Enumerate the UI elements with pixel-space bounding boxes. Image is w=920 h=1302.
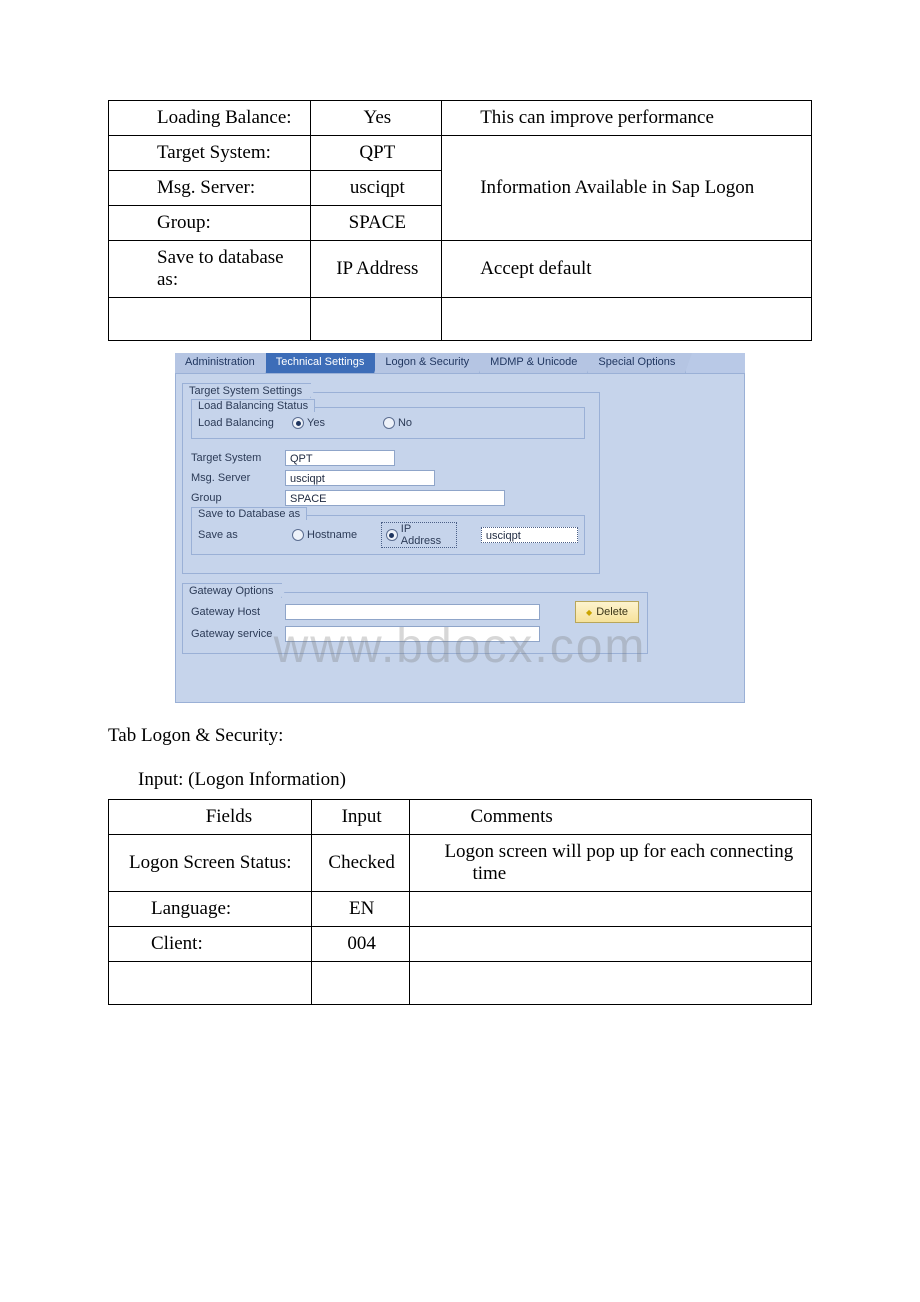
delete-button[interactable]: Delete	[575, 601, 639, 623]
group-title-target: Target System Settings	[182, 383, 311, 398]
radio-dot-icon	[383, 417, 395, 429]
radio-load-balancing-yes[interactable]: Yes	[292, 417, 325, 429]
t1-r2-input: usciqpt	[311, 171, 442, 206]
tab-administration[interactable]: Administration	[175, 353, 266, 373]
t2-r1-field: Language:	[109, 892, 312, 927]
radio-dot-icon	[292, 417, 304, 429]
input-ip-value[interactable]: usciqpt	[481, 527, 578, 543]
label-gateway-host: Gateway Host	[191, 606, 281, 618]
tab-technical-settings[interactable]: Technical Settings	[266, 353, 376, 373]
radio-ip-address[interactable]: IP Address	[381, 522, 457, 548]
subgroup-load-balancing-status: Load Balancing Status Load Balancing Yes…	[191, 407, 585, 439]
group-gateway-options: Gateway Options Gateway Host Delete Gate…	[182, 592, 648, 654]
t1-r1-field: Target System:	[109, 136, 311, 171]
radio-hostname-label: Hostname	[307, 529, 357, 541]
top-input-table: Loading Balance: Yes This can improve pe…	[108, 100, 812, 341]
t2-empty-comment	[410, 962, 812, 1005]
logon-security-table: Fields Input Comments Logon Screen Statu…	[108, 799, 812, 1005]
sap-body: Target System Settings Load Balancing St…	[175, 373, 745, 703]
t1-info-comment: Information Available in Sap Logon	[442, 136, 812, 241]
radio-no-label: No	[398, 417, 412, 429]
t2-r1-input: EN	[311, 892, 410, 927]
t1-r3-field: Group:	[109, 206, 311, 241]
input-msg-server[interactable]: usciqpt	[285, 470, 435, 486]
sap-panel: Administration Technical Settings Logon …	[175, 353, 745, 703]
label-save-as: Save as	[198, 529, 288, 541]
t1-r0-input: Yes	[311, 101, 442, 136]
subgroup-title-savedb: Save to Database as	[191, 507, 307, 520]
t2-r2-comment	[410, 927, 812, 962]
tab-special-options[interactable]: Special Options	[588, 353, 686, 373]
t1-r4-input: IP Address	[311, 241, 442, 298]
group-title-gateway: Gateway Options	[182, 583, 282, 598]
sap-tabstrip: Administration Technical Settings Logon …	[175, 353, 745, 373]
t1-r4-field: Save to database as:	[109, 241, 311, 298]
label-load-balancing: Load Balancing	[198, 417, 288, 429]
subgroup-save-to-database: Save to Database as Save as Hostname IP …	[191, 515, 585, 555]
radio-hostname[interactable]: Hostname	[292, 529, 357, 541]
label-group: Group	[191, 492, 281, 504]
label-gateway-service: Gateway service	[191, 628, 281, 640]
t2-r0-input: Checked	[311, 835, 410, 892]
radio-dot-icon	[292, 529, 304, 541]
label-target-system: Target System	[191, 452, 281, 464]
input-gateway-host[interactable]	[285, 604, 540, 620]
para-input-logon-info: Input: (Logon Information)	[108, 769, 812, 791]
delete-button-label: Delete	[596, 606, 628, 618]
input-group[interactable]: SPACE	[285, 490, 505, 506]
t1-empty-input	[311, 298, 442, 341]
t1-r4-comment: Accept default	[442, 241, 812, 298]
group-target-system-settings: Target System Settings Load Balancing St…	[182, 392, 600, 574]
radio-yes-label: Yes	[307, 417, 325, 429]
t2-head-field: Fields	[109, 800, 312, 835]
t2-r1-comment	[410, 892, 812, 927]
t2-r2-input: 004	[311, 927, 410, 962]
t1-empty-field	[109, 298, 311, 341]
t2-empty-input	[311, 962, 410, 1005]
tab-mdmp-unicode[interactable]: MDMP & Unicode	[480, 353, 588, 373]
t2-r2-field: Client:	[109, 927, 312, 962]
t1-empty-comment	[442, 298, 812, 341]
t1-r2-field: Msg. Server:	[109, 171, 311, 206]
input-gateway-service[interactable]	[285, 626, 540, 642]
radio-load-balancing-no[interactable]: No	[383, 417, 412, 429]
tab-logon-security[interactable]: Logon & Security	[375, 353, 480, 373]
t1-r0-comment: This can improve performance	[442, 101, 812, 136]
para-tab-logon-security: Tab Logon & Security:	[108, 725, 812, 747]
input-target-system[interactable]: QPT	[285, 450, 395, 466]
radio-dot-icon	[386, 529, 398, 541]
t1-r3-input: SPACE	[311, 206, 442, 241]
subgroup-title-lb: Load Balancing Status	[191, 399, 315, 412]
t2-head-comment: Comments	[410, 800, 812, 835]
radio-ip-label: IP Address	[401, 523, 452, 547]
t1-r1-input: QPT	[311, 136, 442, 171]
t2-r0-field: Logon Screen Status:	[109, 835, 312, 892]
label-msg-server: Msg. Server	[191, 472, 281, 484]
t2-r0-comment: Logon screen will pop up for each connec…	[410, 835, 812, 892]
t2-head-input: Input	[311, 800, 410, 835]
t2-empty-field	[109, 962, 312, 1005]
t1-r0-field: Loading Balance:	[109, 101, 311, 136]
